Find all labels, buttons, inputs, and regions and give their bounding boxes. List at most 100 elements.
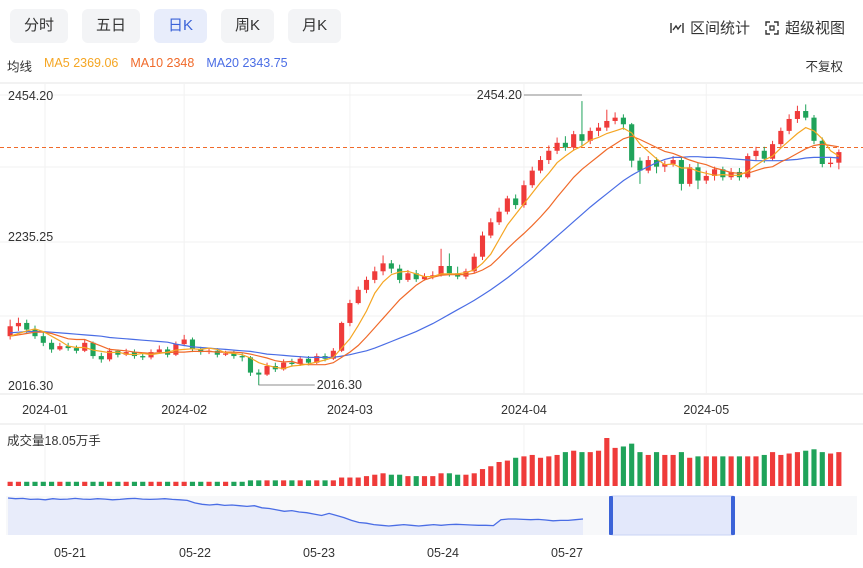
volume-bar	[794, 452, 800, 486]
navigator-tick-label: 05-22	[179, 546, 211, 560]
navigator-selection[interactable]	[611, 495, 734, 536]
volume-bar	[239, 481, 245, 486]
candle-body	[380, 263, 386, 272]
volume-bar	[355, 477, 361, 486]
volume-bar	[711, 456, 718, 486]
candle-body	[181, 339, 187, 345]
volume-bar	[339, 477, 345, 486]
volume-bar	[156, 481, 162, 486]
candle-body	[397, 268, 403, 280]
candle-body	[620, 117, 626, 125]
volume-bar	[637, 452, 643, 486]
candle-body	[264, 365, 270, 375]
navigator-tick-label: 05-24	[427, 546, 459, 560]
volume-bar	[687, 457, 693, 486]
volume-bar	[620, 446, 626, 486]
volume-bar	[264, 480, 270, 486]
candle-body	[496, 211, 502, 223]
candle-body	[256, 372, 262, 375]
volume-bar	[455, 474, 461, 486]
x-tick-label: 2024-02	[161, 403, 207, 417]
volume-bar	[587, 452, 593, 486]
ma20-line	[10, 156, 839, 358]
volume-bar	[148, 481, 154, 486]
candle-body	[579, 134, 585, 141]
volume-bar	[562, 452, 568, 486]
candle-body	[189, 339, 196, 350]
volume-bar	[388, 474, 394, 486]
volume-bar	[98, 481, 104, 486]
volume-bar	[786, 453, 792, 486]
volume-bar	[7, 481, 13, 486]
volume-bar	[347, 477, 353, 486]
volume-bar	[488, 466, 494, 486]
x-tick-label: 2024-04	[501, 403, 547, 417]
candle-body	[811, 117, 817, 141]
volume-bar	[513, 457, 519, 486]
volume-bar	[728, 456, 734, 486]
volume-bar	[107, 481, 113, 486]
volume-bar	[198, 481, 204, 486]
candle-body	[82, 342, 88, 351]
candle-body	[7, 326, 13, 337]
volume-bar	[214, 481, 220, 486]
candle-body	[223, 353, 229, 355]
volume-bar	[272, 480, 278, 486]
candle-body	[604, 120, 610, 128]
volume-bar	[305, 480, 312, 486]
volume-bar	[15, 481, 21, 486]
navigator-left-handle[interactable]	[609, 496, 613, 535]
candle-body	[703, 175, 709, 181]
y-tick-label: 2235.25	[8, 230, 53, 244]
candle-body	[504, 198, 510, 212]
candle-body	[57, 346, 63, 350]
navigator-tick-label: 05-21	[54, 546, 86, 560]
candle-body	[372, 271, 378, 280]
candle-body	[695, 167, 701, 181]
x-tick-label: 2024-03	[327, 403, 373, 417]
volume-bar	[140, 481, 146, 486]
candle-body	[571, 134, 577, 148]
candle-body	[513, 198, 519, 206]
candle-body	[678, 160, 684, 184]
volume-bar	[405, 476, 411, 486]
volume-bar	[297, 480, 303, 486]
volume-bar	[546, 456, 552, 486]
volume-bar	[322, 480, 328, 486]
volume-bar	[73, 481, 80, 486]
volume-bar	[181, 481, 187, 486]
volume-bar	[678, 452, 684, 486]
volume-bar	[645, 454, 651, 486]
volume-bar	[836, 452, 842, 486]
volume-bar	[380, 473, 386, 486]
volume-bar	[363, 476, 370, 486]
volume-bar	[131, 481, 138, 486]
candle-body	[595, 127, 602, 131]
volume-bar	[819, 452, 825, 486]
candle-body	[629, 124, 635, 161]
candle-body	[786, 118, 792, 131]
navigator-right-handle[interactable]	[731, 496, 735, 535]
volume-bar	[397, 474, 403, 486]
candle-body	[612, 117, 618, 121]
candle-body	[753, 150, 759, 157]
volume-bar	[761, 454, 767, 486]
candle-body	[546, 150, 552, 161]
volume-bar	[372, 474, 378, 486]
candle-body	[562, 142, 568, 148]
x-tick-label: 2024-05	[683, 403, 729, 417]
volume-bar	[413, 476, 419, 486]
volume-bar	[703, 456, 709, 486]
volume-bar	[57, 481, 63, 486]
candle-body	[239, 356, 245, 358]
volume-bar	[65, 481, 71, 486]
volume-bar	[529, 454, 535, 486]
candle-body	[529, 170, 535, 186]
low-price-label: 2016.30	[317, 378, 362, 392]
volume-bar	[314, 480, 320, 486]
candle-body	[554, 142, 560, 151]
volume-bar	[496, 462, 502, 486]
volume-bar	[438, 473, 444, 486]
volume-bar	[82, 481, 88, 486]
navigator-tick-label: 05-27	[551, 546, 583, 560]
